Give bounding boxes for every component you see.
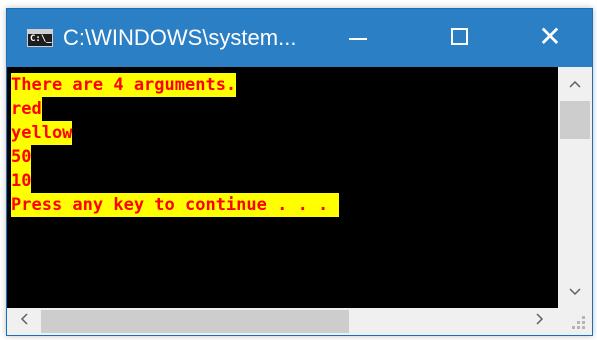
console-line: 10 xyxy=(11,169,32,193)
window-title: C:\WINDOWS\system... xyxy=(63,25,297,50)
minimize-button[interactable] xyxy=(327,9,387,67)
console-line-text: yellow xyxy=(11,121,73,145)
title-bar[interactable]: C:\_ C:\WINDOWS\system... ✕ xyxy=(7,9,592,67)
minimize-icon xyxy=(349,38,367,40)
console-line-text: red xyxy=(11,97,42,121)
app-icon-glyph: C:\_ xyxy=(30,34,52,44)
maximize-button[interactable] xyxy=(431,9,491,67)
console-window: C:\_ C:\WINDOWS\system... ✕ There are 4 … xyxy=(6,8,593,336)
console-line-text: There are 4 arguments. xyxy=(11,73,237,97)
horizontal-scrollbar[interactable] xyxy=(7,308,558,335)
console-line: 50 xyxy=(11,145,32,169)
grip-dot xyxy=(577,321,580,324)
grip-dot xyxy=(582,316,585,319)
scroll-up-icon[interactable] xyxy=(566,75,584,93)
scroll-down-icon[interactable] xyxy=(566,283,584,301)
console-line-text: 50 xyxy=(11,145,32,169)
maximize-icon xyxy=(451,28,468,45)
console-line-text: 10 xyxy=(11,169,32,193)
resize-grip[interactable] xyxy=(558,308,592,335)
console-line-text: Press any key to continue . . . xyxy=(11,193,339,217)
close-button[interactable]: ✕ xyxy=(519,9,579,67)
grip-dot xyxy=(582,321,585,324)
close-icon: ✕ xyxy=(538,20,562,53)
grip-dot xyxy=(582,326,585,329)
vertical-scrollbar[interactable] xyxy=(558,67,592,308)
console-app-icon: C:\_ xyxy=(27,29,53,47)
scroll-left-icon[interactable] xyxy=(15,312,33,330)
grip-dot xyxy=(577,326,580,329)
console-line: yellow xyxy=(11,121,73,145)
console-line: There are 4 arguments. xyxy=(11,73,237,97)
console-output-area[interactable]: There are 4 arguments. red yellow 50 10 … xyxy=(7,67,558,308)
horizontal-scroll-thumb[interactable] xyxy=(41,310,349,333)
scroll-right-icon[interactable] xyxy=(531,312,549,330)
grip-dot xyxy=(572,326,575,329)
console-line: Press any key to continue . . . xyxy=(11,193,339,217)
vertical-scroll-thumb[interactable] xyxy=(560,101,590,139)
console-line: red xyxy=(11,97,42,121)
